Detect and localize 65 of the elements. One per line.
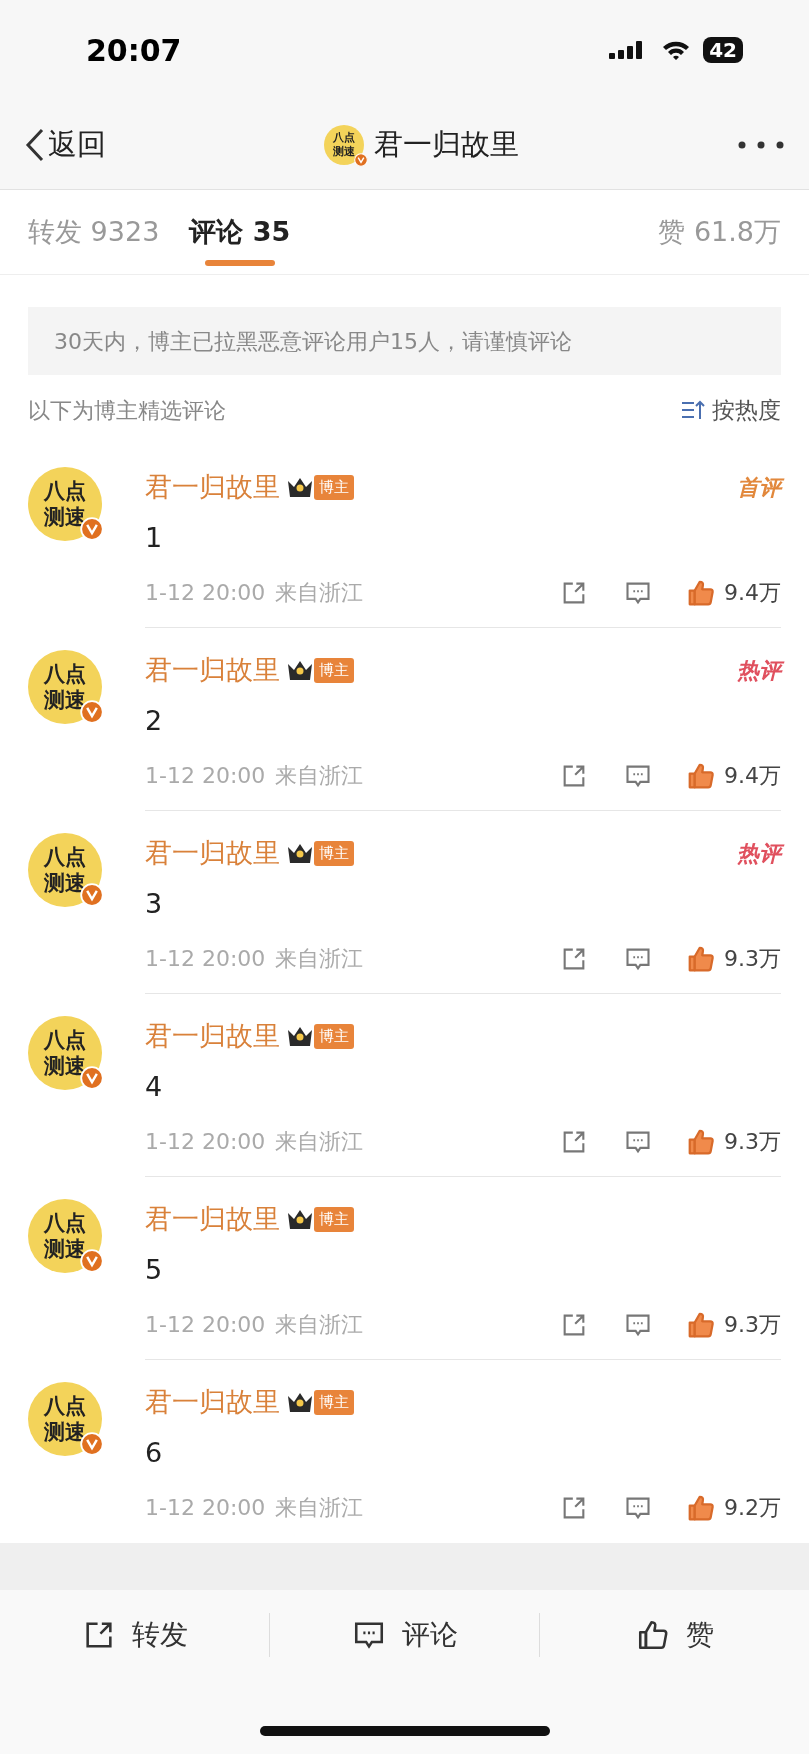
- blogger-badge: 博主: [314, 841, 354, 866]
- avatar-text: 测速: [44, 1053, 86, 1080]
- avatar[interactable]: 八点 测速: [28, 467, 102, 541]
- back-button[interactable]: 返回: [24, 122, 106, 167]
- comment-text: 1: [145, 520, 164, 555]
- avatar-text: 测速: [44, 870, 86, 897]
- blogger-badge: 博主: [314, 1207, 354, 1232]
- battery-indicator: 42: [703, 37, 743, 63]
- comment-time: 1-12 20:00: [145, 945, 266, 973]
- avatar-text: 测速: [44, 1236, 86, 1263]
- comment-location: 来自浙江: [275, 1494, 364, 1522]
- blogger-badge: 博主: [314, 658, 354, 683]
- comment-time: 1-12 20:00: [145, 1128, 266, 1156]
- comment-location: 来自浙江: [275, 762, 364, 790]
- avatar-text: 测速: [44, 504, 86, 531]
- back-chevron-icon: [24, 126, 46, 163]
- avatar[interactable]: 八点 测速: [28, 1382, 102, 1456]
- section-label: 以下为博主精选评论: [28, 396, 226, 425]
- comment-time: 1-12 20:00: [145, 1311, 266, 1339]
- avatar-text: 八点: [44, 477, 86, 504]
- sort-button[interactable]: 按热度: [680, 392, 781, 428]
- avatar-text: 八点: [44, 1209, 86, 1236]
- comment-text: 6: [145, 1435, 164, 1470]
- more-icon[interactable]: [737, 139, 785, 150]
- avatar-text: 测速: [44, 687, 86, 714]
- blogger-badge: 博主: [314, 1390, 354, 1415]
- tab[interactable]: 评论 35: [189, 190, 291, 274]
- like-count: 9.3万: [724, 1311, 781, 1339]
- sort-icon: [680, 399, 706, 421]
- like-count: 9.2万: [724, 1494, 781, 1522]
- action-button[interactable]: 评论: [270, 1614, 539, 1656]
- action-button[interactable]: 赞: [540, 1614, 809, 1656]
- action-button[interactable]: 转发: [0, 1614, 269, 1656]
- comment-time: 1-12 20:00: [145, 1494, 266, 1522]
- comment-text: 3: [145, 886, 164, 921]
- like-count: 9.3万: [724, 945, 781, 973]
- avatar-text: 八点: [44, 660, 86, 687]
- like-count: 9.4万: [724, 762, 781, 790]
- notice-text: 30天内，博主已拉黑恶意评论用户15人，请谨慎评论: [54, 327, 572, 356]
- comment-location: 来自浙江: [275, 1128, 364, 1156]
- verified-badge-icon: [354, 152, 368, 167]
- status-time: 20:07: [86, 31, 182, 70]
- avatar-text: 八点: [333, 130, 355, 145]
- comment-time: 1-12 20:00: [145, 762, 266, 790]
- avatar-text: 测速: [44, 1419, 86, 1446]
- avatar[interactable]: 八点 测速: [28, 1016, 102, 1090]
- comment-time: 1-12 20:00: [145, 579, 266, 607]
- avatar[interactable]: 八点 测速: [28, 1199, 102, 1273]
- avatar[interactable]: 八点 测速: [28, 833, 102, 907]
- comment-text: 4: [145, 1069, 164, 1104]
- like-count: 9.3万: [724, 1128, 781, 1156]
- comment-text: 2: [145, 703, 164, 738]
- comment-text: 5: [145, 1252, 164, 1287]
- blogger-badge: 博主: [314, 1024, 354, 1049]
- avatar-text: 测速: [333, 144, 355, 159]
- like-count: 9.4万: [724, 579, 781, 607]
- avatar-text: 八点: [44, 1026, 86, 1053]
- avatar-text: 八点: [44, 1392, 86, 1419]
- comment-location: 来自浙江: [275, 579, 364, 607]
- comment-location: 来自浙江: [275, 945, 364, 973]
- comment-location: 来自浙江: [275, 1311, 364, 1339]
- avatar-text: 八点: [44, 843, 86, 870]
- page-title: 君一归故里: [374, 125, 519, 163]
- avatar[interactable]: 八点 测速: [28, 650, 102, 724]
- blogger-badge: 博主: [314, 475, 354, 500]
